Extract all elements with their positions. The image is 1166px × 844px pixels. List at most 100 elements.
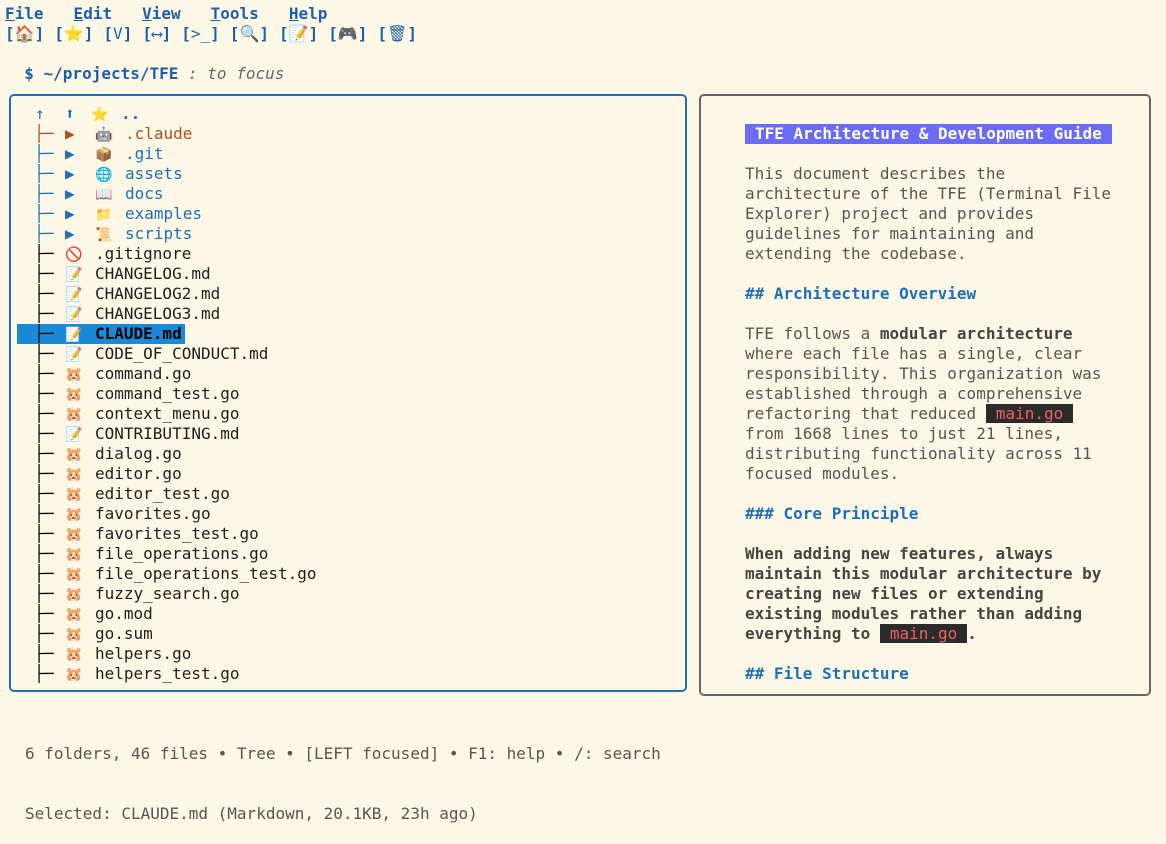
expand-arrow-icon[interactable]: ▶	[65, 204, 95, 224]
toggle-panes-button[interactable]: [⟷]	[142, 24, 171, 44]
file-row[interactable]: ├─ 🐹 editor_test.go	[15, 484, 685, 504]
preview-line	[745, 644, 1135, 664]
menu-edit[interactable]: Edit	[74, 4, 113, 24]
menu-hotkey: V	[142, 4, 152, 23]
preview-line: creating new files or extending	[745, 584, 1135, 604]
expand-arrow-icon[interactable]: ▶	[65, 184, 95, 204]
preview-line: guidelines for maintaining and	[745, 224, 1135, 244]
tree-connector: ├─	[15, 584, 54, 603]
menu-hotkey: T	[210, 4, 221, 23]
preview-bold-text: everything to	[745, 624, 880, 643]
tree-connector: ├─	[15, 444, 54, 463]
edit-button[interactable]: [📝]	[279, 24, 318, 44]
file-name: CLAUDE.md	[95, 324, 182, 343]
preview-line: existing modules rather than adding	[745, 604, 1135, 624]
menu-file[interactable]: File	[5, 4, 44, 24]
status-summary: 6 folders, 46 files • Tree • [LEFT focus…	[25, 744, 661, 763]
file-name: context_menu.go	[95, 404, 240, 423]
toolbar: [🏠] [⭐] [V] [⟷] [>_] [🔍] [📝] [🎮] [🗑]	[5, 24, 427, 44]
file-name: command.go	[95, 364, 192, 383]
file-name: CHANGELOG.md	[95, 264, 211, 283]
preview-line: refactoring that reduced main.go	[745, 404, 1135, 424]
menu-view[interactable]: View	[142, 4, 181, 24]
file-row[interactable]: ├─ 🐹 go.mod	[15, 604, 685, 624]
folder-row[interactable]: ├─ ▶ 📜 scripts	[15, 224, 685, 244]
file-row[interactable]: ├─ 🚫 .gitignore	[15, 244, 685, 264]
arrows-icon: ⟷	[151, 24, 162, 43]
folder-row[interactable]: ├─ ▶ 📁 examples	[15, 204, 685, 224]
file-icon: 🐹	[65, 407, 83, 423]
tree-connector: ├─	[15, 224, 54, 243]
tree-connector: ├─	[15, 544, 54, 563]
folder-icon: 🌐	[95, 167, 113, 183]
file-icon: 📝	[65, 347, 83, 363]
folder-row[interactable]: ├─ ▶ 📖 docs	[15, 184, 685, 204]
preview-line: TFE follows a modular architecture	[745, 324, 1135, 344]
file-tree-pane[interactable]: ↑ ⬆ ⭐.. ├─ ▶ 🤖 .claude ├─ ▶ 📦 .git ├─ ▶ 🌐 assets ├─…	[9, 94, 687, 692]
preview-text: TFE follows a	[745, 324, 880, 343]
file-row[interactable]: ├─ 🐹 file_operations_test.go	[15, 564, 685, 584]
terminal-button[interactable]: [>_]	[181, 24, 220, 44]
command-line[interactable]: $ ~/projects/TFE : to focus	[5, 44, 284, 83]
folder-icon: 📦	[95, 147, 113, 163]
home-button[interactable]: [🏠]	[5, 24, 44, 44]
file-row[interactable]: ├─ 🐹 context_menu.go	[15, 404, 685, 424]
file-name: dialog.go	[95, 444, 182, 463]
file-row[interactable]: ├─ 📝 CHANGELOG3.md	[15, 304, 685, 324]
file-icon: 🐹	[65, 587, 83, 603]
file-name: .gitignore	[95, 244, 192, 263]
tree-connector: ├─	[15, 324, 54, 343]
preview-line: ### Core Principle	[745, 504, 1135, 524]
preview-pane[interactable]: TFE Architecture & Development Guide This…	[699, 94, 1151, 696]
menu-tools[interactable]: Tools	[211, 4, 259, 24]
menu-bar: File Edit View Tools Help	[5, 4, 357, 24]
file-row[interactable]: ├─ 🐹 favorites.go	[15, 504, 685, 524]
folder-row[interactable]: ├─ ▶ 🤖 .claude	[15, 124, 685, 144]
file-icon: 🐹	[65, 487, 83, 503]
menu-help[interactable]: Help	[289, 4, 328, 24]
file-row[interactable]: ├─ 📝 CLAUDE.md	[15, 324, 685, 344]
file-name: CHANGELOG3.md	[95, 304, 221, 323]
file-row[interactable]: ├─ 🐹 editor.go	[15, 464, 685, 484]
file-tree: ↑ ⬆ ⭐.. ├─ ▶ 🤖 .claude ├─ ▶ 📦 .git ├─ ▶ 🌐 assets ├─…	[15, 104, 685, 684]
file-row[interactable]: ├─ 🐹 favorites_test.go	[15, 524, 685, 544]
file-row[interactable]: ├─ 📝 CHANGELOG2.md	[15, 284, 685, 304]
preview-title: TFE Architecture & Development Guide	[745, 124, 1112, 144]
file-name: editor_test.go	[95, 484, 230, 503]
expand-arrow-icon[interactable]: ▶	[65, 124, 95, 144]
preview-line: where each file has a single, clear	[745, 344, 1135, 364]
menu-label: ools	[220, 4, 259, 23]
folder-name: docs	[125, 184, 164, 203]
expand-arrow-icon[interactable]: ▶	[65, 224, 95, 244]
favorites-button[interactable]: [⭐]	[54, 24, 93, 44]
file-row[interactable]: ├─ 📝 CONTRIBUTING.md	[15, 424, 685, 444]
expand-arrow-icon[interactable]: ▶	[65, 144, 95, 164]
view-icon: V	[113, 24, 123, 43]
search-button[interactable]: [🔍]	[230, 24, 269, 44]
file-row[interactable]: ├─ 🐹 command_test.go	[15, 384, 685, 404]
file-row[interactable]: ├─ 📝 CODE_OF_CONDUCT.md	[15, 344, 685, 364]
folder-row[interactable]: ├─ ▶ 🌐 assets	[15, 164, 685, 184]
preview-bold-text: creating new files or extending	[745, 584, 1044, 603]
file-row[interactable]: ├─ 🐹 file_operations.go	[15, 544, 685, 564]
file-row[interactable]: ├─ 📝 CHANGELOG.md	[15, 264, 685, 284]
preview-text: Explorer) project and provides	[745, 204, 1034, 223]
top-arrow-icon[interactable]: ⬆	[65, 104, 91, 124]
parent-directory-row[interactable]: ↑ ⬆ ⭐..	[15, 104, 685, 124]
games-button[interactable]: [🎮]	[328, 24, 367, 44]
view-button[interactable]: [V]	[103, 24, 132, 44]
file-row[interactable]: ├─ 🐹 dialog.go	[15, 444, 685, 464]
file-icon: 🐹	[65, 387, 83, 403]
folder-row[interactable]: ├─ ▶ 📦 .git	[15, 144, 685, 164]
file-row[interactable]: ├─ 🐹 fuzzy_search.go	[15, 584, 685, 604]
file-row[interactable]: ├─ 🐹 go.sum	[15, 624, 685, 644]
trash-button[interactable]: [🗑]	[377, 24, 417, 44]
file-row[interactable]: ├─ 🐹 helpers.go	[15, 644, 685, 664]
file-row[interactable]: ├─ 🐹 helpers_test.go	[15, 664, 685, 684]
star-icon: ⭐	[63, 24, 84, 43]
file-name: CODE_OF_CONDUCT.md	[95, 344, 269, 363]
up-arrow-icon[interactable]: ↑	[15, 104, 65, 124]
file-row[interactable]: ├─ 🐹 command.go	[15, 364, 685, 384]
expand-arrow-icon[interactable]: ▶	[65, 164, 95, 184]
menu-label: iew	[151, 4, 181, 23]
